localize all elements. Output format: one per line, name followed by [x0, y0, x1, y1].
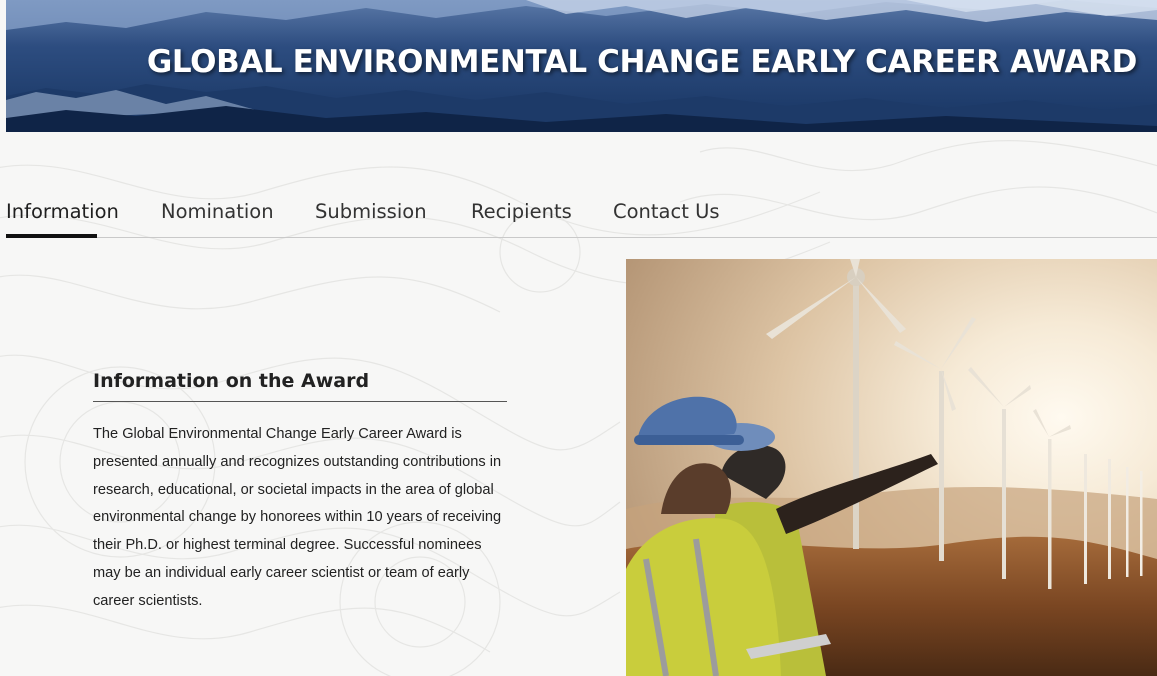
tab-submission[interactable]: Submission — [315, 200, 427, 237]
tab-contact-us[interactable]: Contact Us — [613, 200, 720, 237]
tab-nomination[interactable]: Nomination — [161, 200, 274, 237]
wind-turbine-workers-photo — [626, 259, 1157, 676]
tab-information[interactable]: Information — [6, 200, 119, 237]
award-information-section: Information on the Award The Global Envi… — [93, 370, 507, 616]
tab-bar: Information Nomination Submission Recipi… — [6, 196, 1157, 238]
award-description: The Global Environmental Change Early Ca… — [93, 426, 502, 609]
tab-recipients[interactable]: Recipients — [471, 200, 572, 237]
active-tab-indicator — [6, 234, 97, 238]
section-heading: Information on the Award — [93, 370, 507, 402]
hero-banner: GLOBAL ENVIRONMENTAL CHANGE EARLY CAREER… — [6, 0, 1157, 132]
page-title: GLOBAL ENVIRONMENTAL CHANGE EARLY CAREER… — [146, 44, 1138, 80]
